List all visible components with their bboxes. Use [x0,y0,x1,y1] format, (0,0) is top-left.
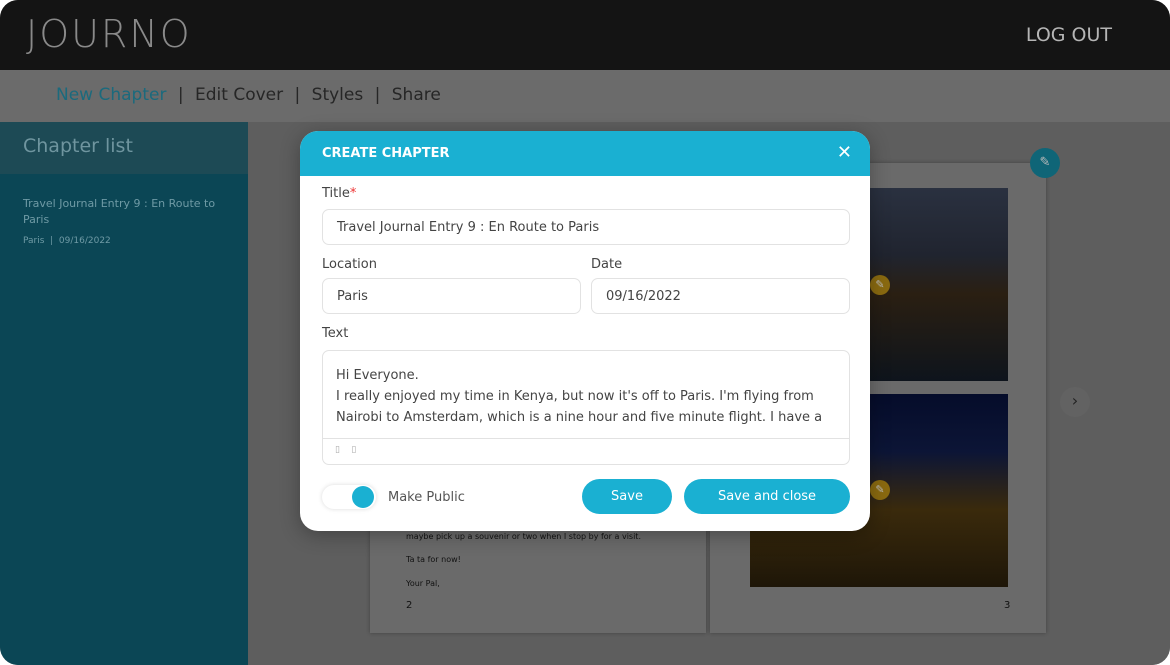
date-input[interactable]: 09/16/2022 [591,278,850,314]
logout-button[interactable]: LOG OUT [1026,24,1112,46]
modal-title: CREATE CHAPTER [322,146,450,161]
close-icon[interactable]: ✕ [837,142,852,163]
nav-separator: | [294,85,301,105]
sidebar: Chapter list Travel Journal Entry 9 : En… [0,122,248,665]
chapter-title: Travel Journal Entry 9 : En Route to Par… [23,197,216,226]
nav-separator: | [177,85,184,105]
text-label: Text [322,326,349,341]
modal-header: CREATE CHAPTER ✕ [300,131,870,176]
chapter-list-title: Chapter list [0,122,248,174]
location-label: Location [322,257,377,272]
chapter-list-item[interactable]: Travel Journal Entry 9 : En Route to Par… [0,174,248,271]
logo: JOURNO [26,12,192,56]
toolbar-icon[interactable]: ▯ [351,445,356,455]
page-number: 2 [406,600,413,611]
top-bar: JOURNO LOG OUT [0,0,1170,70]
make-public-label: Make Public [388,490,465,505]
date-label: Date [591,257,623,272]
nav-separator: | [374,85,381,105]
nav-share[interactable]: Share [392,85,441,105]
nav-styles[interactable]: Styles [312,85,364,105]
next-page-chevron-icon[interactable]: › [1060,387,1090,417]
edit-document-icon[interactable]: ✎ [1030,148,1060,178]
edit-photo-icon[interactable]: ✎ [870,480,890,500]
page-text: Ta ta for now! [406,555,461,564]
page-text: maybe pick up a souvenir or two when I s… [406,532,641,541]
nav-edit-cover[interactable]: Edit Cover [195,85,283,105]
make-public-toggle[interactable] [322,485,376,509]
text-line: Nairobi to Amsterdam, which is a nine ho… [336,410,823,425]
editor-toolbar: ▯ ▯ [323,438,849,465]
title-input[interactable]: Travel Journal Entry 9 : En Route to Par… [322,209,850,245]
text-editor[interactable]: Hi Everyone. I really enjoyed my time in… [322,350,850,465]
create-chapter-modal: CREATE CHAPTER ✕ Title* Travel Journal E… [300,131,870,531]
nav-bar: New Chapter | Edit Cover | Styles | Shar… [0,70,1170,122]
text-line: Hi Everyone. [336,368,419,383]
toolbar-icon[interactable]: ▯ [335,445,340,455]
location-input[interactable]: Paris [322,278,581,314]
title-label: Title* [322,186,357,201]
page-number: 3 [1004,600,1011,611]
save-and-close-button[interactable]: Save and close [684,479,850,514]
edit-photo-icon[interactable]: ✎ [870,275,890,295]
chapter-meta: Paris | 09/16/2022 [23,236,111,246]
page-text: Your Pal, [406,579,440,588]
nav-new-chapter[interactable]: New Chapter [56,85,166,105]
text-line: I really enjoyed my time in Kenya, but n… [336,389,814,404]
save-button[interactable]: Save [582,479,672,514]
